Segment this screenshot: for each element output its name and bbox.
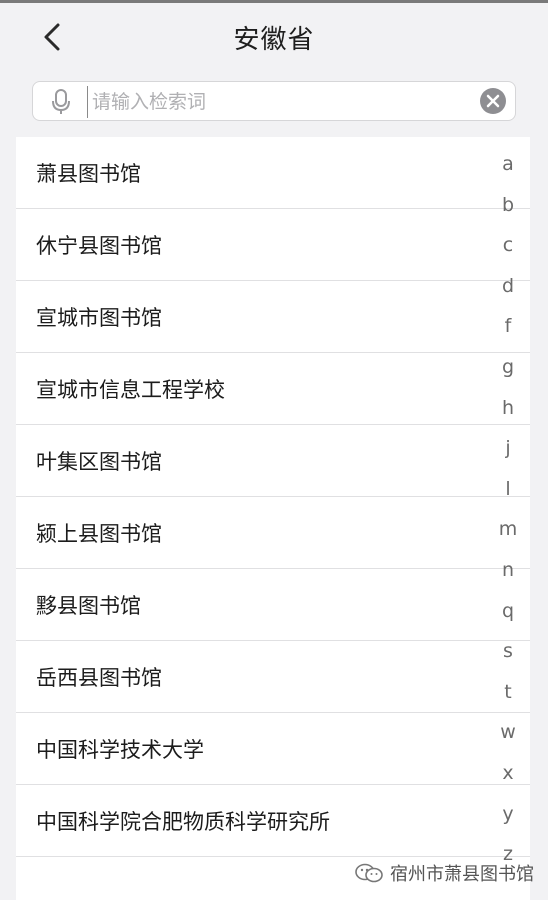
index-letter-c[interactable]: c	[496, 231, 520, 272]
index-letter-l[interactable]: l	[496, 475, 520, 516]
index-letter-x[interactable]: x	[496, 759, 520, 800]
clear-circle-icon[interactable]	[479, 87, 507, 115]
watermark-text: 宿州市萧县图书馆	[390, 864, 534, 885]
list-item[interactable]: 休宁县图书馆	[16, 209, 530, 281]
wechat-icon	[355, 863, 383, 883]
list-item[interactable]: 宣城市图书馆	[16, 281, 530, 353]
index-letter-y[interactable]: y	[496, 800, 520, 841]
index-letter-d[interactable]: d	[496, 272, 520, 313]
index-letter-g[interactable]: g	[496, 353, 520, 394]
library-list: 萧县图书馆 休宁县图书馆 宣城市图书馆 宣城市信息工程学校 叶集区图书馆 颍上县…	[16, 137, 530, 900]
search-box[interactable]	[32, 81, 516, 121]
page-title: 安徽省	[233, 25, 315, 55]
index-letter-t[interactable]: t	[496, 678, 520, 719]
microphone-icon[interactable]	[49, 88, 73, 116]
index-letter-a[interactable]: a	[496, 150, 520, 191]
alphabet-index-bar: a b c d f g h j l m n q s t w x y z	[496, 150, 520, 881]
index-letter-w[interactable]: w	[496, 718, 520, 759]
search-bar-container	[0, 67, 548, 137]
list-item[interactable]: 颍上县图书馆	[16, 497, 530, 569]
list-item[interactable]: 萧县图书馆	[16, 137, 530, 209]
index-letter-f[interactable]: f	[496, 312, 520, 353]
index-letter-b[interactable]: b	[496, 191, 520, 232]
index-letter-n[interactable]: n	[496, 556, 520, 597]
list-item[interactable]: 叶集区图书馆	[16, 425, 530, 497]
index-letter-m[interactable]: m	[496, 515, 520, 556]
index-letter-j[interactable]: j	[496, 434, 520, 475]
index-letter-h[interactable]: h	[496, 394, 520, 435]
list-item[interactable]: 中国科学院合肥物质科学研究所	[16, 785, 530, 857]
list-item[interactable]: 中国科学技术大学	[16, 713, 530, 785]
list-item[interactable]: 黟县图书馆	[16, 569, 530, 641]
list-item[interactable]: 岳西县图书馆	[16, 641, 530, 713]
list-item[interactable]: 宣城市信息工程学校	[16, 353, 530, 425]
index-letter-s[interactable]: s	[496, 637, 520, 678]
search-input[interactable]	[87, 86, 474, 118]
watermark: 宿州市萧县图书馆	[354, 860, 534, 886]
nav-header: 安徽省	[0, 3, 548, 67]
index-letter-q[interactable]: q	[496, 597, 520, 638]
